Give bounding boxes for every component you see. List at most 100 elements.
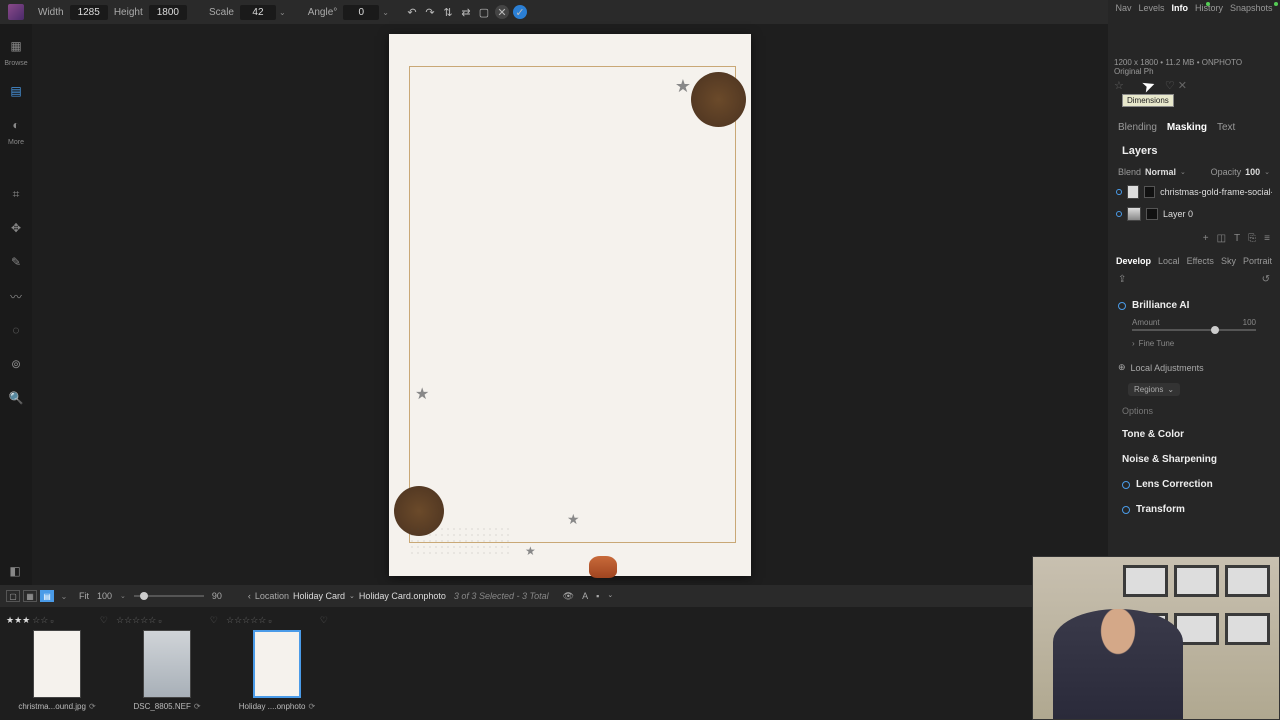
crop-tool-icon[interactable]: ⌗ (6, 184, 26, 204)
star-icon[interactable]: ★★★ (6, 615, 30, 626)
cancel-button[interactable]: ✕ (495, 5, 509, 19)
tab-levels[interactable]: Levels (1138, 3, 1164, 13)
tab-portrait[interactable]: Portrait (1243, 256, 1272, 266)
sync-icon[interactable]: ⟳ (89, 702, 96, 711)
move-tool-icon[interactable]: ✥ (6, 218, 26, 238)
flip-vertical-icon[interactable]: ⇅ (441, 5, 455, 19)
rotate-right-icon[interactable]: ↷ (423, 5, 437, 19)
compare-icon[interactable]: A (582, 591, 588, 602)
tab-blending[interactable]: Blending (1118, 122, 1157, 133)
section-lens-correction[interactable]: Lens Correction (1108, 472, 1280, 497)
regions-dropdown[interactable]: Regions ⌄ (1128, 383, 1180, 396)
single-view-icon[interactable]: ▢ (6, 590, 20, 602)
adjust-tool-icon[interactable]: ⊚ (6, 354, 26, 374)
chevron-down-icon[interactable]: ⌄ (349, 592, 355, 600)
edit-tool-icon[interactable]: ◐ (6, 115, 26, 135)
layer-mask-icon[interactable] (1144, 186, 1155, 198)
zoom-value[interactable]: 100 (97, 591, 112, 601)
tab-masking[interactable]: Masking (1167, 122, 1207, 133)
layer-row[interactable]: christmas-gold-frame-social-me (1108, 181, 1280, 203)
label-box-icon[interactable]: ▫ (50, 616, 53, 626)
fit-button[interactable]: Fit (79, 591, 89, 601)
width-input[interactable]: 1285 (70, 5, 108, 20)
finetune-toggle[interactable]: › Fine Tune (1118, 337, 1270, 350)
options-label[interactable]: Options (1108, 400, 1280, 422)
pen-tool-icon[interactable]: 〰 (6, 286, 26, 306)
scale-dropdown[interactable]: 42 ⌄ (240, 5, 286, 20)
reject-icon[interactable]: ✕ (1178, 79, 1187, 92)
label-box-icon[interactable]: ▫ (268, 616, 271, 626)
chevron-left-icon[interactable]: ‹ (248, 591, 251, 601)
filmstrip-view-icon[interactable]: ▤ (40, 590, 54, 602)
layer-row[interactable]: Layer 0 (1108, 203, 1280, 225)
layer-visibility-icon[interactable] (1116, 189, 1122, 195)
tab-sky[interactable]: Sky (1221, 256, 1236, 266)
sync-icon[interactable]: ⟳ (194, 702, 201, 711)
clone-tool-icon[interactable]: ◌ (6, 320, 26, 340)
flip-horizontal-icon[interactable]: ⇄ (459, 5, 473, 19)
apply-button[interactable]: ✓ (513, 5, 527, 19)
fit-canvas-icon[interactable]: ▢ (477, 5, 491, 19)
layers-tool-icon[interactable]: ▤ (6, 81, 26, 101)
section-transform[interactable]: Transform (1108, 497, 1280, 522)
section-tone-color[interactable]: Tone & Color (1108, 422, 1280, 447)
blend-mode-dropdown[interactable]: Normal (1145, 167, 1176, 177)
toggle-ring-icon[interactable] (1122, 481, 1130, 489)
add-layer-icon[interactable]: + (1203, 233, 1209, 244)
filmstrip-item[interactable]: ★★★☆☆ ▫ ♡ christma...ound.jpg⟳ (4, 613, 110, 714)
section-noise-sharpening[interactable]: Noise & Sharpening (1108, 447, 1280, 472)
label-box-icon[interactable]: ▫ (158, 616, 161, 626)
duplicate-layer-icon[interactable]: ⎘ (1248, 233, 1256, 244)
heart-icon[interactable]: ♡ (320, 615, 328, 626)
browse-tool-icon[interactable]: ▦ (6, 36, 26, 56)
local-adjustments-header[interactable]: ⊕ Local Adjustments (1108, 356, 1280, 379)
text-layer-icon[interactable]: T (1234, 233, 1240, 244)
tab-local[interactable]: Local (1158, 256, 1180, 266)
opacity-value[interactable]: 100 (1245, 167, 1260, 177)
height-input[interactable]: 1800 (149, 5, 187, 20)
tab-effects[interactable]: Effects (1187, 256, 1214, 266)
softproof-icon[interactable]: ▪ (596, 591, 599, 602)
star-icon[interactable]: ☆☆ (32, 615, 48, 626)
toggle-ring-icon[interactable] (1122, 506, 1130, 514)
zoom-tool-icon[interactable]: 🔍 (6, 388, 26, 408)
more-layer-icon[interactable]: ≡ (1264, 233, 1270, 244)
layer-mask-icon[interactable] (1146, 208, 1158, 220)
heart-icon[interactable]: ♡ (210, 615, 218, 626)
merge-layer-icon[interactable]: ◫ (1217, 233, 1226, 244)
location-folder[interactable]: Holiday Card (293, 591, 345, 601)
tab-nav[interactable]: Nav (1115, 3, 1131, 13)
rotate-left-icon[interactable]: ↶ (405, 5, 419, 19)
thumbnail[interactable] (143, 630, 191, 698)
tab-develop[interactable]: Develop (1116, 256, 1151, 266)
favorite-icon[interactable]: ♡ (1165, 79, 1175, 92)
filmstrasync-item[interactable]: ☆☆☆☆☆ ▫ ♡ DSC_8805.NEF⟳ (114, 613, 220, 714)
brush-tool-icon[interactable]: ✎ (6, 252, 26, 272)
reset-icon[interactable]: ↺ (1262, 274, 1270, 285)
preview-icon[interactable]: 👁 (563, 591, 574, 602)
add-icon[interactable]: ⊕ (1118, 362, 1126, 373)
heart-icon[interactable]: ♡ (100, 615, 108, 626)
canvas-area[interactable]: ★ ★ ★ ★ (32, 24, 1108, 585)
grid-view-icon[interactable]: ▦ (23, 590, 37, 602)
color-palette-icon[interactable]: ◧ (6, 562, 24, 580)
layer-visibility-icon[interactable] (1116, 211, 1122, 217)
preset-export-icon[interactable]: ⇪ (1118, 274, 1126, 285)
filmstrip-item[interactable]: ☆☆☆☆☆ ▫ ♡ Holiday ....onphoto⟳ (224, 613, 330, 714)
star-icon[interactable]: ☆☆☆☆☆ (116, 615, 156, 626)
thumbnail[interactable] (33, 630, 81, 698)
toggle-ring-icon[interactable] (1118, 302, 1126, 310)
tab-snapshots[interactable]: Snapshots (1230, 3, 1273, 13)
location-file[interactable]: Holiday Card.onphoto (359, 591, 446, 601)
angle-dropdown[interactable]: 0 ⌄ (343, 5, 389, 20)
sync-icon[interactable]: ⟳ (309, 702, 316, 711)
chevron-down-icon[interactable]: ⌄ (57, 590, 71, 602)
zoom-slider[interactable] (134, 595, 204, 597)
tab-info[interactable]: Info (1171, 3, 1188, 13)
amount-slider[interactable] (1132, 329, 1256, 331)
tab-text[interactable]: Text (1217, 122, 1235, 133)
brilliance-header[interactable]: Brilliance AI (1118, 295, 1270, 316)
chevron-down-icon[interactable]: ⌄ (607, 591, 613, 602)
star-icon[interactable]: ☆☆☆☆☆ (226, 615, 266, 626)
star-rating-icon[interactable]: ☆ (1114, 79, 1124, 92)
